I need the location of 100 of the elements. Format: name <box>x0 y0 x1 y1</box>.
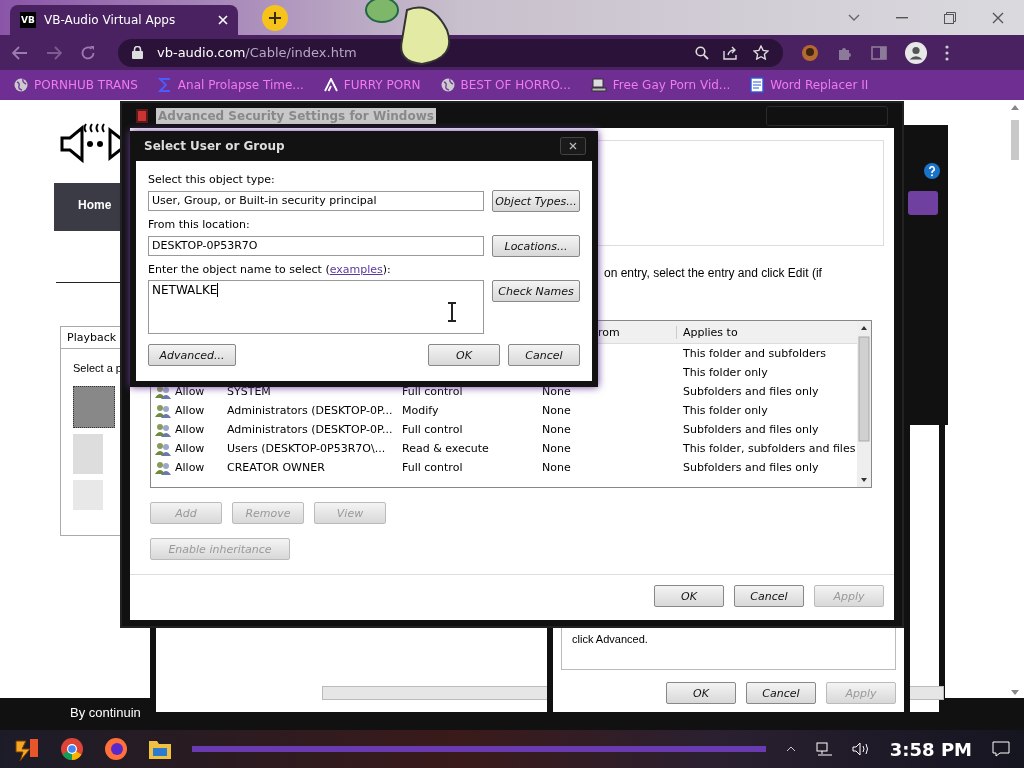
bookmark-link[interactable]: PORNHUB TRANS <box>14 78 138 92</box>
field-label: From this location: <box>148 218 251 231</box>
users-icon <box>155 402 171 419</box>
table-cell: This folder, subfolders and files <box>683 442 856 455</box>
table-cell: None <box>542 385 571 398</box>
object-types-button[interactable]: Object Types... <box>492 190 580 212</box>
table-cell: Full control <box>402 461 463 474</box>
network-icon[interactable] <box>815 742 832 756</box>
locations-button[interactable]: Locations... <box>492 235 580 257</box>
advanced-button[interactable]: Advanced... <box>148 344 236 366</box>
check-names-button[interactable]: Check Names <box>492 280 580 302</box>
site-favicon: VB <box>20 12 36 28</box>
table-cell: None <box>542 461 571 474</box>
table-cell: Allow <box>175 423 205 436</box>
bookmark-link[interactable]: Free Gay Porn Vid... <box>590 78 731 92</box>
tab-title: VB-Audio Virtual Apps <box>44 13 177 27</box>
dialog-title: Select User or Group <box>144 139 286 153</box>
table-cell: None <box>542 442 571 455</box>
table-cell: Full control <box>402 423 463 436</box>
table-cell: Subfolders and files only <box>683 385 819 398</box>
bookmark-link[interactable]: Word Replacer II <box>750 77 869 93</box>
dialog-button[interactable]: OK <box>654 585 724 607</box>
notification-icon[interactable] <box>992 741 1010 757</box>
table-cell: None <box>542 423 571 436</box>
help-icon[interactable] <box>924 163 940 179</box>
globe-icon <box>14 78 28 92</box>
location-field[interactable]: DESKTOP-0P53R7O <box>148 236 484 256</box>
document-icon <box>750 77 765 93</box>
table-cell: Full control <box>402 385 463 398</box>
table-cell: This folder only <box>683 366 768 379</box>
reload-icon[interactable] <box>80 44 96 61</box>
table-cell: Allow <box>175 461 205 474</box>
cookie-notice-text: By continuin <box>70 705 141 720</box>
table-cell: Modify <box>402 404 439 417</box>
app-logo-icon[interactable] <box>14 737 40 761</box>
chrome-icon[interactable] <box>60 737 84 761</box>
table-cell: Allow <box>175 385 205 398</box>
dialog-button[interactable]: Cancel <box>734 585 804 607</box>
menu-icon[interactable] <box>945 44 949 61</box>
chevron-up-icon[interactable] <box>785 746 796 752</box>
clock-text[interactable]: 3:58 PM <box>889 738 972 760</box>
table-cell: SYSTEM <box>227 385 271 398</box>
dialog-button[interactable]: OK <box>666 682 736 704</box>
volume-icon[interactable] <box>851 742 870 756</box>
lock-icon <box>132 46 143 59</box>
table-cell: None <box>542 404 571 417</box>
sigma-icon <box>157 78 172 92</box>
cancel-button[interactable]: Cancel <box>508 344 580 366</box>
lambda-icon <box>323 78 338 92</box>
text-cursor-icon <box>447 302 457 322</box>
globe-icon <box>440 78 455 92</box>
examples-link[interactable]: examples <box>329 263 383 276</box>
share-icon[interactable] <box>723 45 739 60</box>
speaker-device-icon[interactable] <box>73 386 115 428</box>
ok-button[interactable]: OK <box>428 344 500 366</box>
computer-icon <box>590 78 607 92</box>
table-cell: Read & execute <box>402 442 489 455</box>
table-cell: Administrators (DESKTOP-0P... <box>227 423 393 436</box>
close-icon[interactable] <box>992 11 1004 24</box>
users-icon <box>155 459 171 476</box>
close-icon[interactable] <box>560 137 586 155</box>
instruction-text: click Advanced. <box>572 633 649 645</box>
side-panel-icon[interactable] <box>871 45 887 60</box>
url-text: vb-audio.com/Cable/index.htm <box>157 45 357 60</box>
new-tab-icon[interactable] <box>262 4 288 31</box>
search-icon[interactable] <box>695 45 709 60</box>
column-header[interactable]: Applies to <box>677 325 857 339</box>
object-name-field[interactable]: NETWALKE <box>148 280 484 334</box>
profile-icon[interactable] <box>905 41 927 64</box>
table-cell: CREATOR OWNER <box>227 461 325 474</box>
firefox-icon[interactable] <box>104 737 128 761</box>
chevron-down-icon[interactable] <box>848 13 860 22</box>
dialog-button[interactable]: Cancel <box>746 682 816 704</box>
table-cell: Administrators (DESKTOP-0P... <box>227 404 393 417</box>
bookmark-link[interactable]: Anal Prolapse Time... <box>157 78 304 92</box>
minimize-icon[interactable] <box>896 16 908 19</box>
instruction-text: on entry, select the entry and click Edit (if <box>604 266 822 280</box>
browser-tab[interactable]: VB VB-Audio Virtual Apps <box>10 5 238 35</box>
window-title: Advanced Security Settings for Windows <box>156 107 436 124</box>
extension-avatar-icon[interactable] <box>801 43 819 62</box>
bookmark-link[interactable]: BEST OF HORRO... <box>440 78 571 92</box>
address-bar[interactable]: vb-audio.com/Cable/index.htm <box>118 38 783 67</box>
bookmark-link[interactable]: FURRY PORN <box>323 78 421 92</box>
close-tab-icon[interactable] <box>218 15 228 25</box>
table-cell: Users (DESKTOP-0P53R7O\... <box>227 442 386 455</box>
field-label: Select this object type: <box>148 173 276 186</box>
app-icon <box>136 108 148 123</box>
users-icon <box>155 440 171 457</box>
restore-icon[interactable] <box>944 11 956 24</box>
table-cell: Subfolders and files only <box>683 423 819 436</box>
star-icon[interactable] <box>753 45 769 60</box>
table-cell: Allow <box>175 442 205 455</box>
back-icon[interactable] <box>12 45 28 60</box>
table-cell: Allow <box>175 404 205 417</box>
object-type-field[interactable]: User, Group, or Built-in security principal <box>148 191 484 211</box>
folder-icon[interactable] <box>148 738 172 760</box>
table-cell: Subfolders and files only <box>683 461 819 474</box>
table-cell: This folder and subfolders <box>683 347 826 360</box>
field-label: Enter the object name to select (examples): <box>148 263 392 276</box>
users-icon <box>155 421 171 438</box>
